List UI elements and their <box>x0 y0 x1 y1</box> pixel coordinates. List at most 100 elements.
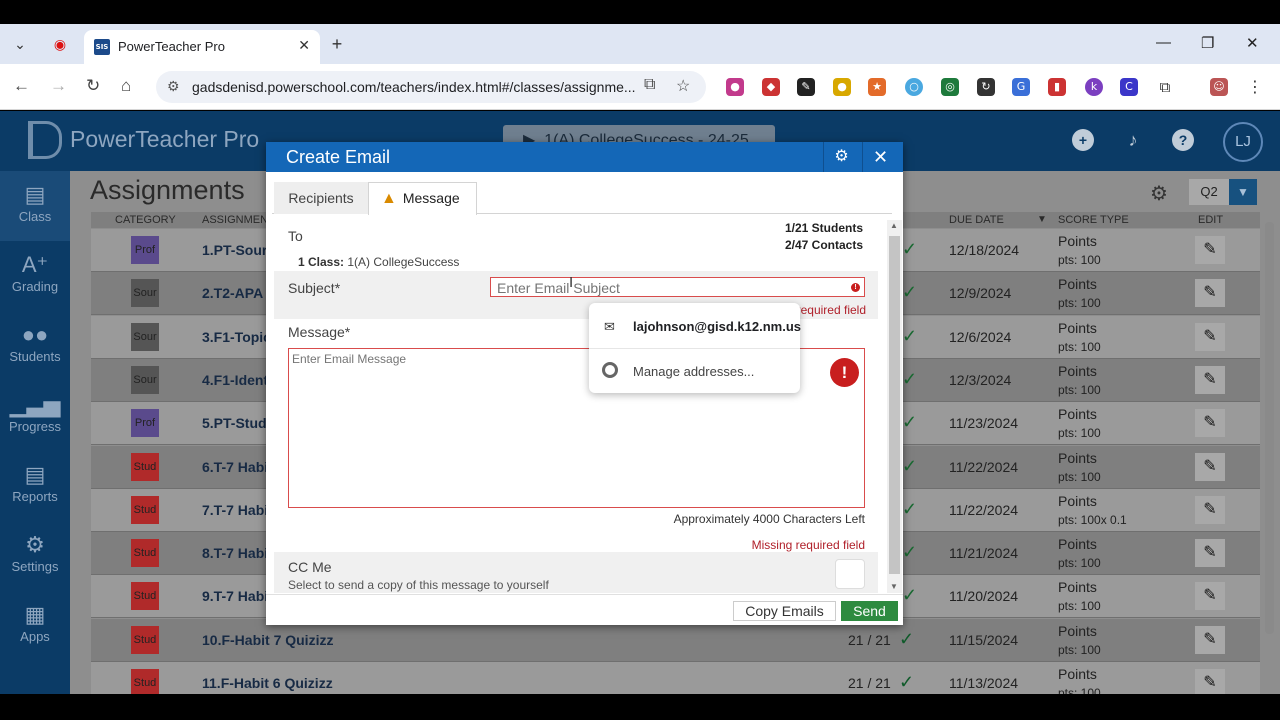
extension-3-icon[interactable]: ✎ <box>797 78 815 96</box>
assignment-name[interactable]: 8.T-7 Habi <box>202 545 268 561</box>
assignment-name[interactable]: 5.PT-Stud <box>202 415 267 431</box>
extension-2-icon[interactable]: ◆ <box>762 78 780 96</box>
quarter-select[interactable]: Q2 <box>1189 179 1229 205</box>
category-badge: Stud <box>131 582 159 611</box>
site-info-icon[interactable]: ⚙ <box>167 78 180 95</box>
cc-me-toggle[interactable] <box>835 559 865 589</box>
restore-icon[interactable]: ❐ <box>1201 34 1214 52</box>
extension-10-icon[interactable]: ▮ <box>1048 78 1066 96</box>
edit-pencil-icon[interactable]: ✎ <box>1195 495 1225 524</box>
subject-error-icon: ! <box>851 283 860 292</box>
score-points: pts: 100 <box>1058 253 1101 267</box>
extension-1-icon[interactable]: ● <box>726 78 744 96</box>
scroll-thumb[interactable] <box>889 236 900 574</box>
edit-pencil-icon[interactable]: ✎ <box>1195 452 1225 481</box>
minimize-icon[interactable]: — <box>1156 34 1171 51</box>
col-category[interactable]: CATEGORY <box>115 214 176 226</box>
forward-icon[interactable]: → <box>50 76 67 96</box>
edit-pencil-icon[interactable]: ✎ <box>1195 582 1225 611</box>
edit-pencil-icon[interactable]: ✎ <box>1195 669 1225 694</box>
to-label: To <box>288 228 303 244</box>
extension-6-icon[interactable]: ○ <box>905 78 923 96</box>
assignment-name[interactable]: 10.F-Habit 7 Quizizz <box>202 632 333 648</box>
page-scrollbar[interactable] <box>1265 222 1274 634</box>
reload-icon[interactable]: ↻ <box>86 76 100 96</box>
assignment-name[interactable]: 9.T-7 Habi <box>202 588 268 604</box>
nav-students[interactable]: ●● Students <box>0 311 70 381</box>
assignment-name[interactable]: 4.F1-Ident <box>202 372 268 388</box>
edit-pencil-icon[interactable]: ✎ <box>1195 279 1225 308</box>
add-icon[interactable]: + <box>1072 129 1094 151</box>
assignment-name[interactable]: 6.T-7 Habi <box>202 459 268 475</box>
extension-5-icon[interactable]: ★ <box>868 78 886 96</box>
extension-8-icon[interactable]: ↻ <box>977 78 995 96</box>
nav-settings[interactable]: ⚙ Settings <box>0 521 70 591</box>
tab-message[interactable]: ▲ Message <box>368 182 477 215</box>
notifications-bell-icon[interactable]: ♪ <box>1122 129 1144 151</box>
window-close-icon[interactable]: ✕ <box>1246 34 1259 52</box>
nav-class[interactable]: ▤ Class <box>0 171 70 241</box>
dialog-scrollbar[interactable]: ▲ ▼ <box>887 220 902 593</box>
edit-pencil-icon[interactable]: ✎ <box>1195 409 1225 438</box>
manage-addresses-link[interactable]: Manage addresses... <box>633 364 754 379</box>
assignment-name[interactable]: 7.T-7 Habi <box>202 502 268 518</box>
browser-menu-icon[interactable]: ⋮ <box>1246 78 1264 96</box>
edit-pencil-icon[interactable]: ✎ <box>1195 625 1225 654</box>
check-icon: ✓ <box>902 239 918 259</box>
extensions-puzzle-icon[interactable]: ⧉ <box>1156 78 1174 96</box>
apps-icon: ▦ <box>24 602 46 627</box>
open-external-icon[interactable]: ⧉ <box>644 76 655 94</box>
table-row[interactable]: Stud 10.F-Habit 7 Quizizz 21 / 21 ✓ 11/15/20… <box>91 618 1260 662</box>
extension-11-icon[interactable]: k <box>1085 78 1103 96</box>
assignment-name[interactable]: 3.F1-Topic <box>202 329 271 345</box>
col-assignment[interactable]: ASSIGNMENT <box>202 214 275 226</box>
edit-pencil-icon[interactable]: ✎ <box>1195 539 1225 568</box>
dialog-settings-gear-icon[interactable]: ⚙ <box>823 142 859 172</box>
tab-search-icon[interactable]: ⌄ <box>8 32 32 56</box>
record-icon[interactable]: ◉ <box>48 32 72 56</box>
assignment-name[interactable]: 1.PT-Sour <box>202 242 267 258</box>
tab-close-icon[interactable]: ✕ <box>298 37 310 54</box>
sort-desc-icon[interactable]: ▼ <box>1037 214 1047 225</box>
nav-progress[interactable]: ▁▃▅ Progress <box>0 381 70 451</box>
due-date: 11/21/2024 <box>949 545 1019 562</box>
edit-pencil-icon[interactable]: ✎ <box>1195 322 1225 351</box>
score-type: Points <box>1058 319 1097 336</box>
autofill-email-suggestion[interactable]: lajohnson@gisd.k12.nm.us <box>633 319 801 334</box>
nav-apps[interactable]: ▦ Apps <box>0 591 70 661</box>
col-score-type[interactable]: SCORE TYPE <box>1058 214 1129 226</box>
students-count: 1/21 Students <box>784 221 863 235</box>
quarter-dropdown-chevron-icon[interactable]: ▼ <box>1229 179 1257 205</box>
autofill-popup: ✉ lajohnson@gisd.k12.nm.us Manage addres… <box>589 303 801 393</box>
assignment-name[interactable]: 2.T2-APA <box>202 285 263 301</box>
score-points: pts: 100 <box>1058 339 1101 354</box>
table-row[interactable]: Stud 11.F-Habit 6 Quizizz 21 / 21 ✓ 11/13/20… <box>91 662 1260 694</box>
copy-emails-button[interactable]: Copy Emails <box>733 601 836 621</box>
new-tab-icon[interactable]: + <box>325 32 349 56</box>
edit-pencil-icon[interactable]: ✎ <box>1195 236 1225 264</box>
col-due-date[interactable]: DUE DATE <box>949 214 1004 226</box>
back-icon[interactable]: ← <box>13 76 30 96</box>
extension-12-icon[interactable]: C <box>1120 78 1138 96</box>
translate-icon[interactable]: G <box>1012 78 1030 96</box>
address-bar[interactable]: ⚙ gadsdenisd.powerschool.com/teachers/in… <box>156 71 706 103</box>
browser-tab[interactable]: SIS PowerTeacher Pro ✕ <box>84 30 320 64</box>
scroll-up-icon[interactable]: ▲ <box>890 221 898 230</box>
help-icon[interactable]: ? <box>1172 129 1194 151</box>
tab-recipients[interactable]: Recipients <box>274 182 368 214</box>
dialog-close-icon[interactable]: ✕ <box>862 142 898 172</box>
scroll-down-icon[interactable]: ▼ <box>890 582 898 591</box>
extension-7-icon[interactable]: ◎ <box>941 78 959 96</box>
profile-icon[interactable]: ☺ <box>1210 78 1228 96</box>
send-button[interactable]: Send <box>841 601 898 621</box>
extension-4-icon[interactable]: ● <box>833 78 851 96</box>
grid-settings-gear-icon[interactable]: ⚙ <box>1150 181 1168 206</box>
avatar[interactable]: LJ <box>1223 122 1263 162</box>
home-icon[interactable]: ⌂ <box>121 76 131 96</box>
bookmark-star-icon[interactable]: ☆ <box>676 76 690 96</box>
nav-grading[interactable]: A⁺ Grading <box>0 241 70 311</box>
assignment-name[interactable]: 11.F-Habit 6 Quizizz <box>202 675 333 691</box>
nav-reports[interactable]: ▤ Reports <box>0 451 70 521</box>
edit-pencil-icon[interactable]: ✎ <box>1195 365 1225 394</box>
subject-input[interactable] <box>490 277 865 297</box>
